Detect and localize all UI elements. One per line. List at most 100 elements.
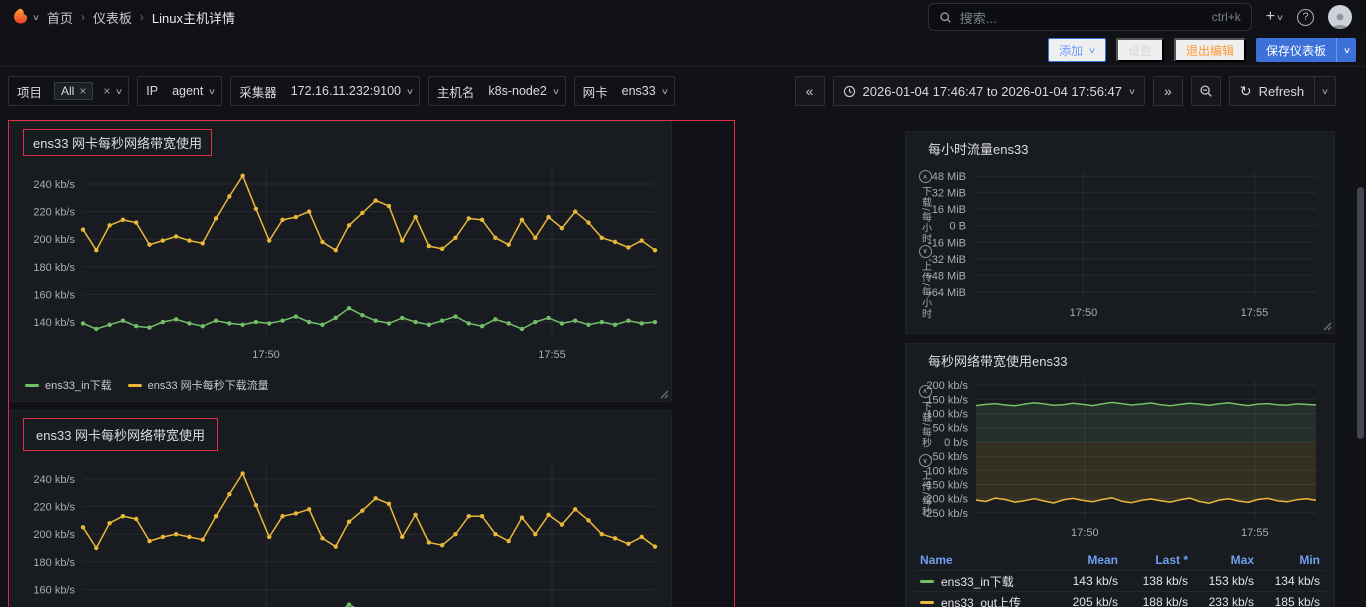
settings-button[interactable]: 设置 bbox=[1115, 38, 1164, 62]
grafana-logo[interactable]: ∨ bbox=[10, 7, 40, 27]
chart-legend: ens33_in下载 ens33 网卡每秒下载流量 bbox=[19, 375, 663, 397]
time-shift-forward-button[interactable]: » bbox=[1152, 76, 1183, 106]
zoom-out-button[interactable] bbox=[1190, 76, 1221, 106]
panel-title: 每秒网络带宽使用ens33 bbox=[928, 354, 1068, 369]
filter-collector-value: 172.16.11.232:9100 bbox=[290, 84, 402, 98]
add-panel-label: 添加 bbox=[1059, 43, 1084, 58]
svg-text:17:55: 17:55 bbox=[1241, 307, 1269, 319]
svg-text:17:50: 17:50 bbox=[1070, 307, 1098, 319]
time-shift-back-button[interactable]: « bbox=[794, 76, 825, 106]
filter-nic[interactable]: 网卡 ens33 ∨ bbox=[573, 76, 675, 106]
svg-text:48 MiB: 48 MiB bbox=[932, 171, 966, 183]
filter-ip-label: IP bbox=[146, 84, 159, 98]
panel-bandwidth-2: ens33 网卡每秒网络带宽使用 240 kb/s 220 kb/s 200 kb/… bbox=[10, 410, 672, 607]
add-menu-button[interactable]: + ∨ bbox=[1265, 8, 1284, 26]
timeseries-chart[interactable]: ∧ 下载/每小时 ∨ 上传/每小时 48 MiB 32 MiB 16 MiB 0 B-… bbox=[914, 160, 1326, 329]
axis-up-icon: ∧ bbox=[918, 384, 932, 398]
clear-icon[interactable]: × bbox=[103, 84, 110, 98]
save-dashboard-button[interactable]: 保存仪表板 bbox=[1255, 38, 1336, 62]
left-column: ens33 网卡每秒网络带宽使用 240 kb/s 220 kb/s 200 kb/… bbox=[10, 121, 672, 607]
timeseries-chart[interactable]: ∧ 下载/每秒 ∨ 上传/每秒 200 kb/s 150 kb/s 100 kb/s… bbox=[914, 372, 1326, 547]
svg-text:160 kb/s: 160 kb/s bbox=[33, 289, 75, 301]
svg-text:0 b/s: 0 b/s bbox=[944, 437, 968, 449]
annotation-red-title-box: ens33 网卡每秒网络带宽使用 bbox=[23, 418, 219, 451]
refresh-button[interactable]: ↻ Refresh bbox=[1230, 77, 1314, 105]
breadcrumb-separator-icon: › bbox=[139, 10, 144, 24]
svg-text:160 kb/s: 160 kb/s bbox=[33, 584, 75, 596]
plus-icon: + bbox=[1265, 8, 1276, 25]
column-header[interactable]: Min bbox=[1254, 553, 1320, 567]
chevron-down-icon: ∨ bbox=[208, 86, 217, 96]
filter-hostname-value: k8s-node2 bbox=[488, 84, 547, 98]
timeseries-chart[interactable]: 240 kb/s 220 kb/s 200 kb/s 180 kb/s 160 kb/s… bbox=[19, 453, 663, 607]
help-button[interactable]: ? bbox=[1297, 8, 1314, 26]
user-icon bbox=[1332, 13, 1348, 29]
legend-item[interactable]: ens33 网卡每秒下载流量 bbox=[127, 377, 269, 393]
dashboard-canvas: ens33 网卡每秒网络带宽使用 240 kb/s 220 kb/s 200 kb/… bbox=[0, 115, 1366, 607]
close-icon[interactable]: × bbox=[79, 84, 86, 98]
exit-edit-label: 退出编辑 bbox=[1185, 43, 1234, 58]
axis-label: 下载/每小时 bbox=[919, 186, 931, 245]
stat-max: 233 kb/s bbox=[1208, 595, 1254, 607]
legend-label: ens33 网卡每秒下载流量 bbox=[147, 380, 269, 392]
breadcrumb-current: Linux主机详情 bbox=[151, 10, 235, 26]
save-dashboard-dropdown[interactable]: ∨ bbox=[1336, 38, 1356, 62]
panel-header[interactable]: 每秒网络带宽使用ens33 bbox=[914, 349, 1326, 372]
panel-header[interactable]: 每小时流量ens33 bbox=[914, 137, 1326, 160]
series-name: ens33_in下载 bbox=[941, 574, 1014, 589]
filter-hostname[interactable]: 主机名 k8s-node2 ∨ bbox=[427, 76, 566, 106]
refresh-interval-dropdown[interactable]: ∨ bbox=[1314, 77, 1335, 105]
axis-group: ∨ 上传/每小时 bbox=[918, 244, 933, 320]
panel-bandwidth-1: ens33 网卡每秒网络带宽使用 240 kb/s 220 kb/s 200 kb/… bbox=[10, 121, 672, 402]
stat-mean: 143 kb/s bbox=[1072, 574, 1118, 588]
breadcrumb-dashboards[interactable]: 仪表板 bbox=[93, 8, 132, 27]
vertical-axis-labels: ∧ 下载/每小时 ∨ 上传/每小时 bbox=[914, 170, 936, 320]
grafana-logo-icon bbox=[14, 8, 28, 24]
resize-handle[interactable] bbox=[659, 389, 669, 399]
top-nav: ∨ 首页 › 仪表板 › Linux主机详情 搜索... ctrl+k + ∨ bbox=[0, 0, 1366, 34]
table-row[interactable]: ens33_out上传 205 kb/s 188 kb/s 233 kb/s 1… bbox=[914, 591, 1326, 607]
column-header[interactable]: Name bbox=[920, 553, 1052, 567]
search-placeholder: 搜索... bbox=[959, 10, 997, 26]
resize-handle[interactable] bbox=[1322, 321, 1332, 331]
nav-right-group: 搜索... ctrl+k + ∨ ? bbox=[927, 3, 1352, 31]
exit-edit-button[interactable]: 退出编辑 bbox=[1173, 38, 1246, 62]
table-row[interactable]: ens33_in下载 143 kb/s 138 kb/s 153 kb/s 13… bbox=[914, 570, 1326, 591]
svg-text:50 kb/s: 50 kb/s bbox=[933, 423, 969, 435]
svg-text:200 kb/s: 200 kb/s bbox=[33, 234, 75, 246]
breadcrumb-separator-icon: › bbox=[80, 10, 85, 24]
panel-title: ens33 网卡每秒网络带宽使用 bbox=[33, 136, 203, 151]
filter-project[interactable]: 项目 All × × ∨ bbox=[8, 76, 130, 106]
panel-header[interactable]: ens33 网卡每秒网络带宽使用 bbox=[19, 127, 663, 158]
svg-text:17:50: 17:50 bbox=[252, 349, 280, 361]
filter-collector[interactable]: 采集器 172.16.11.232:9100 ∨ bbox=[230, 76, 420, 106]
filter-hostname-label: 主机名 bbox=[436, 85, 475, 100]
vertical-scrollbar[interactable] bbox=[1357, 187, 1364, 439]
svg-text:240 kb/s: 240 kb/s bbox=[33, 179, 75, 191]
column-header[interactable]: Mean bbox=[1052, 553, 1118, 567]
filter-project-label: 项目 bbox=[17, 85, 43, 100]
breadcrumb-home[interactable]: 首页 bbox=[47, 8, 73, 27]
time-range-picker[interactable]: 2026-01-04 17:46:47 to 2026-01-04 17:56:… bbox=[832, 76, 1145, 106]
settings-label: 设置 bbox=[1127, 43, 1152, 58]
filter-ip[interactable]: IP agent ∨ bbox=[137, 76, 223, 106]
timeseries-chart[interactable]: 240 kb/s 220 kb/s 200 kb/s 180 kb/s 160 kb/s… bbox=[19, 158, 663, 375]
panel-header[interactable]: ens33 网卡每秒网络带宽使用 bbox=[19, 416, 663, 453]
svg-text:220 kb/s: 220 kb/s bbox=[33, 207, 75, 219]
filter-nic-value: ens33 bbox=[621, 84, 656, 98]
search-input[interactable]: 搜索... ctrl+k bbox=[927, 3, 1252, 31]
panel-hourly-traffic: 每小时流量ens33 ∧ 下载/每小时 ∨ 上传/每小时 48 MiB 32 Mi… bbox=[905, 131, 1335, 334]
svg-text:17:55: 17:55 bbox=[1241, 527, 1269, 539]
series-swatch bbox=[920, 600, 934, 604]
add-panel-button[interactable]: 添加 ∨ bbox=[1048, 38, 1106, 62]
filter-nic-label: 网卡 bbox=[582, 85, 608, 100]
legend-item[interactable]: ens33_in下载 bbox=[25, 377, 112, 393]
column-header[interactable]: Max bbox=[1188, 553, 1254, 567]
column-header[interactable]: Last * bbox=[1118, 553, 1188, 567]
panel-bandwidth-summary: 每秒网络带宽使用ens33 ∧ 下载/每秒 ∨ 上传/每秒 200 kb/s 15… bbox=[905, 343, 1335, 607]
user-avatar[interactable] bbox=[1328, 5, 1352, 29]
filter-project-chip[interactable]: All × bbox=[54, 82, 94, 100]
stat-mean: 205 kb/s bbox=[1072, 595, 1118, 607]
filter-ip-value: agent bbox=[172, 84, 204, 98]
axis-label: 上传/每小时 bbox=[919, 260, 931, 320]
